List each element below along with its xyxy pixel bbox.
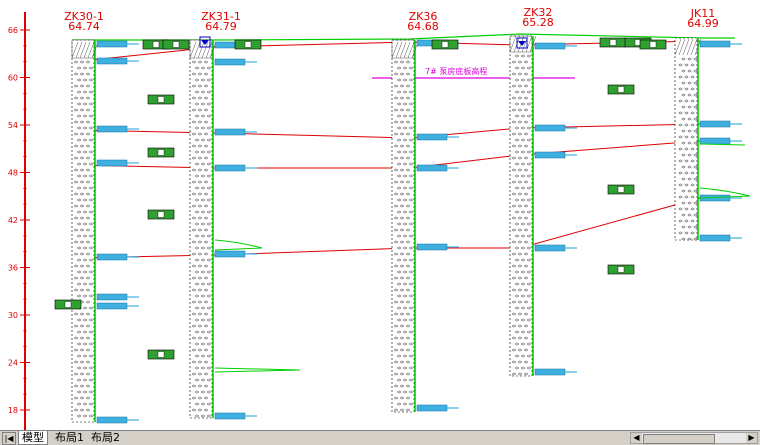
depth-label-box xyxy=(699,137,731,145)
layer-tag-marker xyxy=(157,351,165,358)
depth-label-box xyxy=(534,151,566,159)
tab-layout1[interactable]: 布局1 xyxy=(52,431,87,444)
depth-label-box xyxy=(96,159,128,167)
depth-label-box xyxy=(416,133,448,141)
layer-tag-marker xyxy=(617,266,625,273)
borehole-elevation: 64.68 xyxy=(407,20,439,33)
depth-label-box xyxy=(416,164,448,172)
layer-tag-marker xyxy=(172,41,180,48)
depth-label-box xyxy=(214,58,246,66)
layer-tag-marker xyxy=(609,39,617,46)
depth-label-box xyxy=(699,120,731,128)
depth-label-box xyxy=(96,125,128,133)
layer-tag-marker xyxy=(244,41,252,48)
depth-label-box xyxy=(699,40,731,48)
depth-label-box xyxy=(534,42,566,50)
drawing-canvas[interactable]: 66 60 54 48 42 36 30 24 18 7# 泵房底板高程 ZK30-1 64.7… xyxy=(0,0,760,430)
tab-model[interactable]: 模型 xyxy=(18,431,48,445)
depth-label-box xyxy=(96,293,128,301)
depth-label-box xyxy=(534,244,566,252)
tab-layout2[interactable]: 布局2 xyxy=(88,431,123,444)
elevation-ticks: 66 60 54 48 42 36 30 24 18 xyxy=(8,26,30,415)
layer-tag-marker xyxy=(617,86,625,93)
axis-tick-label: 36 xyxy=(8,264,18,273)
depth-label-box xyxy=(214,412,246,420)
layer-tag-marker xyxy=(157,211,165,218)
borehole-zk30-1[interactable]: ZK30-1 64.74 xyxy=(64,10,104,423)
axis-tick-label: 18 xyxy=(8,406,18,415)
layer-tag-marker xyxy=(649,41,657,48)
borehole-elevation: 65.28 xyxy=(522,16,554,29)
depth-label-box xyxy=(534,124,566,132)
horizontal-scrollbar[interactable]: ◀ ▶ xyxy=(630,432,758,444)
depth-label-box xyxy=(416,243,448,251)
axis-tick-label: 66 xyxy=(8,26,18,35)
layer-tag-marker xyxy=(64,301,72,308)
pump-room-floor-label: 7# 泵房底板高程 xyxy=(425,66,487,76)
soil-hatch-texture xyxy=(71,35,702,418)
depth-label-box xyxy=(214,128,246,136)
depth-label-box xyxy=(96,40,128,48)
depth-label-box xyxy=(96,57,128,65)
layer-tag-marker xyxy=(441,41,449,48)
scroll-left-icon[interactable]: ◀ xyxy=(631,433,642,443)
axis-tick-label: 42 xyxy=(8,216,18,225)
layer-tag-marker xyxy=(617,186,625,193)
depth-label-box xyxy=(96,302,128,310)
borehole-zk32[interactable]: ZK32 65.28 xyxy=(509,6,554,377)
axis-tick-label: 30 xyxy=(8,311,18,320)
scroll-right-icon[interactable]: ▶ xyxy=(746,433,757,443)
depth-label-box xyxy=(699,234,731,242)
layer-tag-marker xyxy=(152,41,160,48)
borehole-elevation: 64.74 xyxy=(68,20,100,33)
axis-tick-label: 54 xyxy=(8,121,18,130)
sample-curves xyxy=(214,143,751,373)
depth-label-box xyxy=(214,250,246,258)
depth-label-box xyxy=(96,253,128,261)
depth-label-box xyxy=(534,368,566,376)
layout-tab-bar: |◀ 模型 布局1 布局2 ◀ ▶ xyxy=(0,430,760,445)
layer-tag-marker xyxy=(157,96,165,103)
axis-tick-label: 48 xyxy=(8,169,18,178)
borehole-elevation: 64.99 xyxy=(687,17,719,30)
axis-tick-label: 24 xyxy=(8,359,18,368)
depth-label-box xyxy=(96,416,128,424)
depth-label-box xyxy=(214,164,246,172)
axis-tick-label: 60 xyxy=(8,74,18,83)
depth-label-box xyxy=(416,404,448,412)
layer-tag-marker xyxy=(157,149,165,156)
layer-tags xyxy=(54,37,667,360)
borehole-elevation: 64.79 xyxy=(205,20,237,33)
scroll-thumb[interactable] xyxy=(643,434,715,444)
first-tab-button[interactable]: |◀ xyxy=(2,432,16,445)
